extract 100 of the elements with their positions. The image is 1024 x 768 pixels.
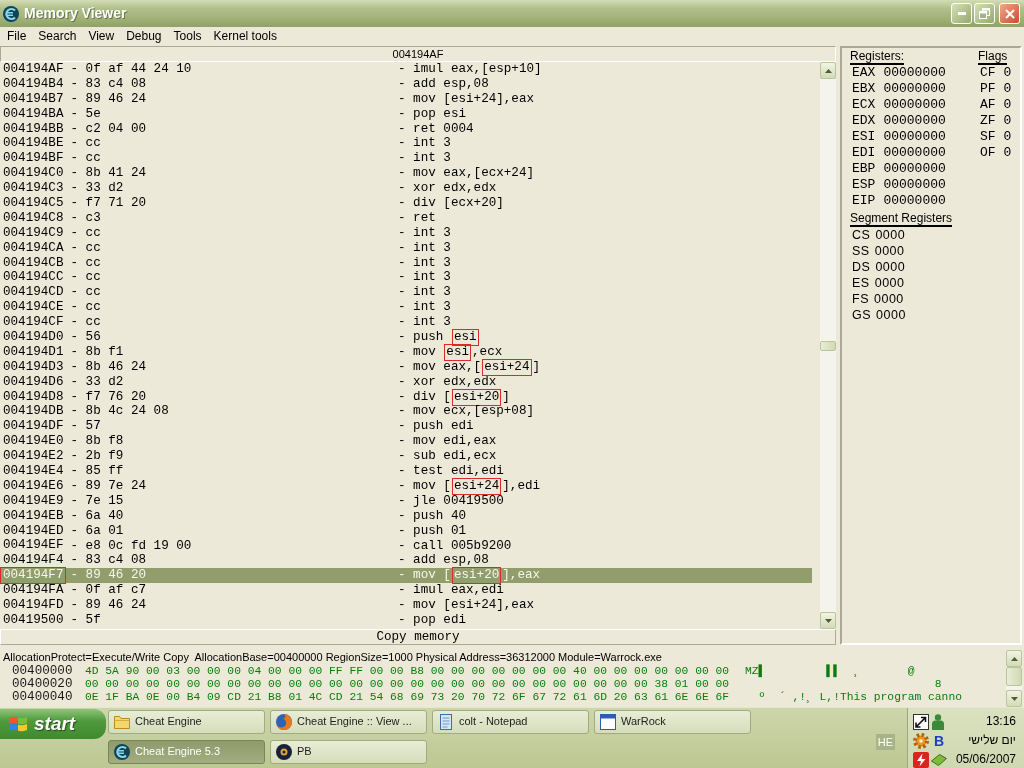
scroll-thumb[interactable] — [1006, 667, 1022, 686]
notepad-icon — [438, 714, 454, 730]
bytes-text: - 6a 01 — [70, 523, 124, 539]
bolt-icon[interactable] — [913, 751, 929, 768]
flag-value: 0 — [1003, 113, 1012, 128]
bytes-text: - 5e — [70, 106, 101, 122]
taskbar-button[interactable]: colt - Notepad — [432, 710, 589, 734]
menu-item[interactable]: Debug — [120, 27, 168, 45]
register-name: ES — [852, 276, 870, 290]
address-text: 004194C5 — [2, 194, 65, 212]
globe-icon — [276, 714, 292, 730]
bytes-text: - cc — [70, 240, 101, 256]
taskbar-button[interactable]: Cheat Engine :: View ... — [270, 710, 427, 734]
flag-value: 0 — [1003, 97, 1012, 112]
bytes-text: - 56 — [70, 330, 101, 345]
taskbar-button[interactable]: Cheat Engine — [108, 710, 265, 734]
instruction-text: - int 3 — [398, 315, 451, 330]
instruction-text: - int 3 — [398, 255, 451, 270]
address-text: 004194CB — [2, 254, 65, 271]
flag-name: AF — [980, 97, 996, 112]
taskbar-button[interactable]: WarRock — [594, 710, 751, 734]
up-arrow-icon — [824, 68, 832, 73]
scroll-down-button[interactable] — [1006, 690, 1022, 707]
address-text: 004194BA — [2, 105, 65, 123]
register-value: 00000000 — [883, 129, 946, 144]
minimize-icon — [957, 12, 966, 15]
bytes-text: - 57 — [70, 419, 101, 435]
minimize-button[interactable] — [951, 3, 972, 24]
menu-item[interactable]: View — [82, 27, 121, 45]
instruction-text: - int 3 — [398, 270, 451, 285]
scroll-up-button[interactable] — [1006, 650, 1022, 667]
bytes-text: - cc — [70, 300, 101, 316]
instruction-text: - mov [esi+24],eax — [398, 91, 535, 106]
scroll-thumb[interactable] — [820, 340, 836, 351]
boxed-operand: esi+20 — [451, 388, 502, 406]
instruction-text: - mov ecx,[esp+08] — [398, 404, 535, 419]
address-text: 004194B4 — [2, 75, 65, 93]
diamond-icon[interactable] — [931, 753, 947, 766]
instruction-text: - xor edx,edx — [398, 181, 497, 196]
down-arrow-icon — [824, 618, 832, 623]
up-arrow-icon — [1010, 656, 1018, 661]
section-title: Registers: — [850, 50, 905, 65]
address-text: 004194E0 — [2, 433, 65, 450]
register-name: EIP — [852, 193, 876, 208]
flag-name: CF — [980, 65, 996, 80]
flag-value: 0 — [1003, 81, 1012, 96]
address-text: 004194D0 — [2, 329, 65, 346]
bytes-text: - e8 0c fd 19 00 — [70, 538, 192, 554]
bytes-text: - 7e 15 — [70, 493, 124, 509]
address-text: 004194C9 — [2, 224, 65, 242]
instruction-text: - imul eax,[esp+10] — [398, 62, 542, 76]
bytes-text: - 89 46 24 — [70, 91, 147, 107]
window-title: Memory Viewer — [24, 5, 127, 22]
instruction-text: - push edi — [398, 419, 474, 434]
boxed-operand: esi+20 — [451, 567, 502, 585]
bytes-text: - cc — [70, 151, 101, 167]
boxed-operand: esi — [444, 343, 472, 361]
ascii-text: 8 — [933, 678, 942, 691]
restore-button[interactable] — [974, 3, 995, 24]
register-name: GS — [852, 308, 872, 322]
bytes-text: - c2 04 00 — [70, 121, 147, 137]
address-text: 004194C3 — [2, 180, 65, 197]
register-name: ESP — [852, 177, 876, 192]
address-text: 004194FD — [2, 597, 65, 614]
address-text: 004194C0 — [2, 165, 65, 182]
logo-icon — [3, 5, 19, 22]
taskbar-button[interactable]: PB — [270, 740, 427, 764]
address-text: 004194D3 — [2, 358, 65, 376]
close-button[interactable] — [999, 3, 1020, 24]
bytes-text: - 8b 46 24 — [70, 359, 147, 375]
bytes-text: - 8b 41 24 — [70, 166, 147, 182]
bytes-text: - cc — [70, 255, 101, 271]
register-value: 00000000 — [883, 65, 946, 80]
bytes-text: - 0f af c7 — [70, 583, 147, 599]
instruction-text: - xor edx,edx — [398, 374, 497, 389]
menu-item[interactable]: Tools — [167, 27, 208, 45]
address-text: 004194ED — [2, 522, 65, 539]
bytes-text: - 8b f1 — [70, 344, 124, 360]
menu-item[interactable]: File — [1, 27, 33, 45]
address-text: 004194F4 — [2, 552, 65, 569]
bytes-text: - 6a 40 — [70, 508, 124, 524]
arrows-icon[interactable] — [913, 713, 929, 730]
instruction-text: - div [ecx+20] — [398, 196, 504, 210]
scroll-up-button[interactable] — [820, 62, 836, 79]
register-value: 00000000 — [883, 97, 946, 112]
start-button[interactable]: start — [0, 709, 106, 739]
menu-item[interactable]: Search — [32, 27, 83, 45]
address-text: 004194EB — [2, 507, 65, 525]
register-value: 0000 — [875, 260, 906, 274]
address-text: 004194BE — [2, 135, 65, 152]
panel-caption: Copy memory — [0, 629, 836, 645]
scroll-down-button[interactable] — [820, 612, 836, 629]
menu-item[interactable]: Kernel tools — [207, 27, 283, 45]
bytes-text: - 89 7e 24 — [70, 478, 147, 494]
tray-letter[interactable]: B — [931, 732, 947, 749]
boxed-operand: esi — [451, 329, 479, 346]
boxed-operand: esi+24 — [482, 358, 532, 376]
bytes-text: - cc — [70, 315, 101, 331]
register-name: SS — [852, 244, 870, 258]
register-value: 00000000 — [883, 193, 946, 208]
